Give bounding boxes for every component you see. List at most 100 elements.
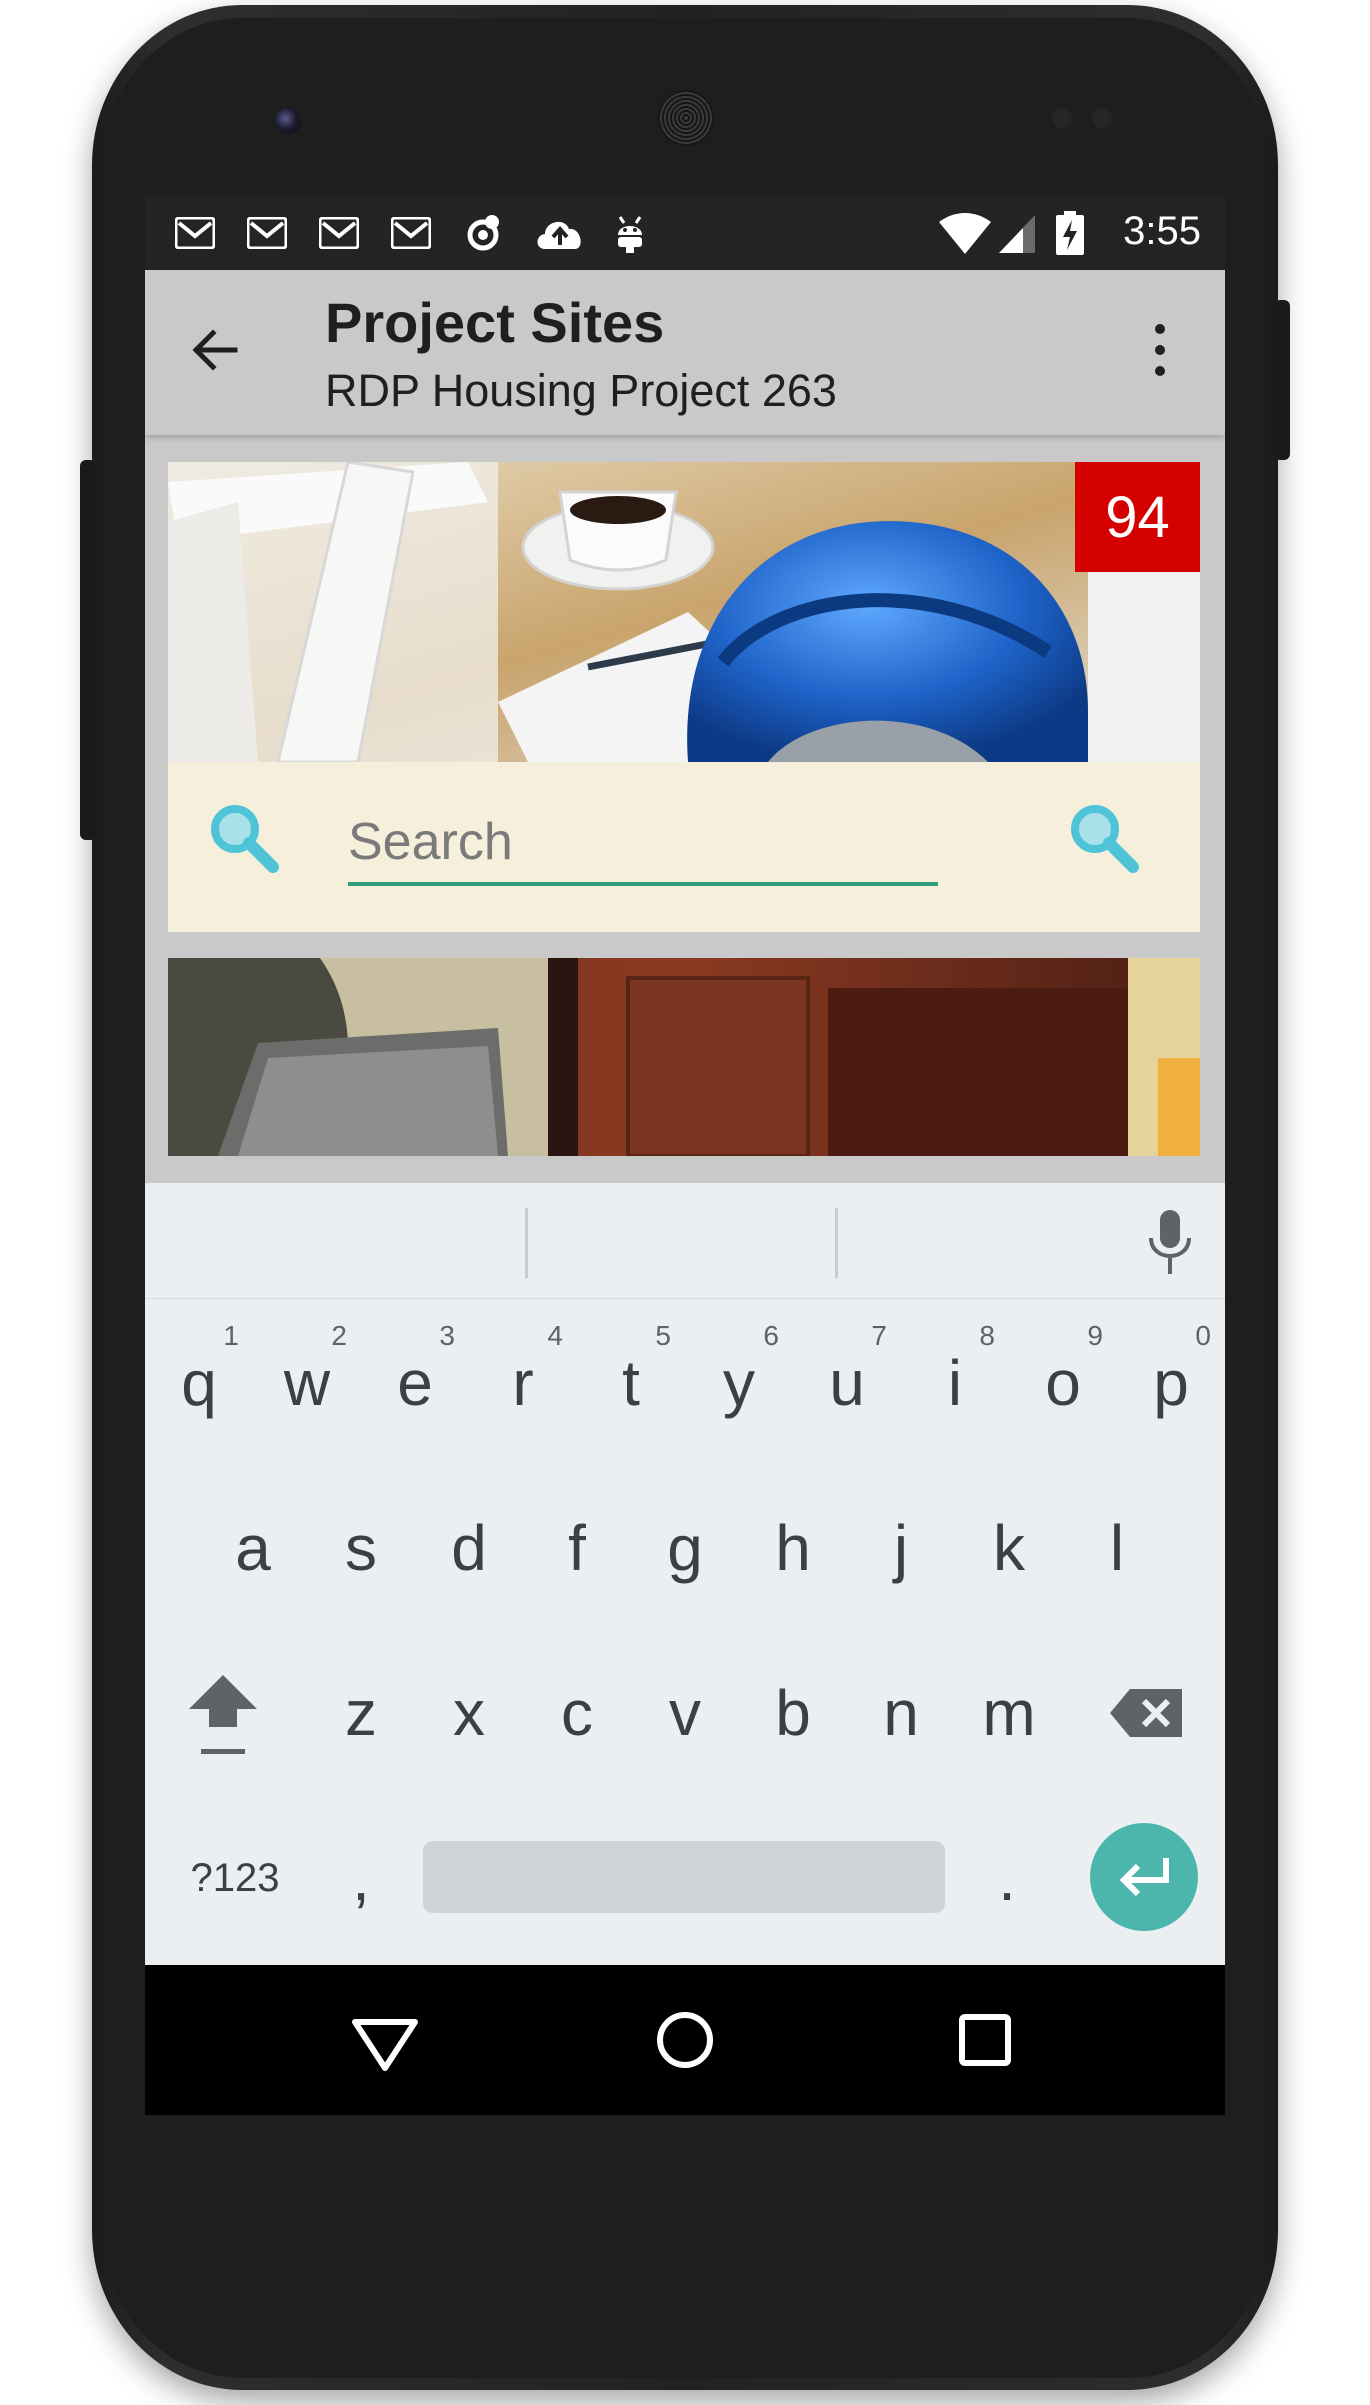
gmail-icon [247,213,287,253]
page-subtitle: RDP Housing Project 263 [325,365,837,416]
key-hint: 5 [655,1320,671,1351]
key-hint: 2 [331,1320,347,1351]
key-hint: 0 [1195,1320,1211,1351]
key-label: p [1153,1347,1189,1419]
keyboard: q1 w2 e3 r4 t5 y6 u7 i8 o9 p0 a s d f g … [145,1183,1225,1965]
battery-charging-icon [1050,211,1090,255]
gmail-icon [319,213,359,253]
nav-back-button[interactable] [345,2000,425,2080]
key-hint: 6 [763,1320,779,1351]
back-button[interactable] [185,320,245,380]
key-r[interactable]: r4 [469,1308,577,1458]
key-hint: 3 [439,1320,455,1351]
key-hint: 8 [979,1320,995,1351]
enter-key[interactable] [1090,1823,1198,1931]
mic-icon[interactable] [1145,1208,1195,1278]
navigation-bar [145,1965,1225,2115]
android-icon [610,213,650,253]
nav-recents-button[interactable] [945,2000,1025,2080]
key-y[interactable]: y6 [685,1308,793,1458]
key-l[interactable]: l [1063,1473,1171,1623]
suggestion-divider [835,1208,838,1278]
key-k[interactable]: k [955,1473,1063,1623]
symbols-key[interactable]: ?123 [165,1803,305,1953]
gmail-icon [175,213,215,253]
key-h[interactable]: h [739,1473,847,1623]
project-card[interactable] [168,958,1200,1156]
circle-home-icon [657,2012,713,2068]
comma-key[interactable]: , [307,1803,415,1953]
key-label: i [947,1347,963,1419]
gmail-icon [391,213,431,253]
key-x[interactable]: x [415,1638,523,1788]
key-o[interactable]: o9 [1009,1308,1117,1458]
search-input[interactable] [348,802,938,886]
project-image [168,462,1200,762]
search-icon[interactable] [1063,797,1143,877]
key-b[interactable]: b [739,1638,847,1788]
key-label: q [181,1347,217,1419]
status-time: 3:55 [1123,209,1201,253]
key-m[interactable]: m [955,1638,1063,1788]
key-p[interactable]: p0 [1117,1308,1225,1458]
backspace-icon [1109,1689,1182,1737]
project-image [168,958,1200,1156]
more-vert-icon [1155,324,1165,376]
enter-icon [1119,1858,1169,1897]
space-key[interactable] [423,1841,945,1913]
proximity-sensor [1052,108,1072,128]
search-icon[interactable] [203,797,283,877]
key-v[interactable]: v [631,1638,739,1788]
key-hint: 4 [547,1320,563,1351]
page-title: Project Sites [325,291,665,354]
arrow-back-icon [192,329,238,371]
key-t[interactable]: t5 [577,1308,685,1458]
shift-icon [188,1675,257,1754]
status-bar: 3:55 [145,195,1225,270]
key-w[interactable]: w2 [253,1308,361,1458]
key-label: r [512,1347,534,1419]
key-c[interactable]: c [523,1638,631,1788]
overflow-menu-button[interactable] [1135,315,1185,385]
key-s[interactable]: s [307,1473,415,1623]
wifi-icon [935,213,995,254]
key-e[interactable]: e3 [361,1308,469,1458]
square-recents-icon [959,2014,1011,2066]
light-sensor [1092,108,1112,128]
shift-key[interactable] [145,1638,300,1788]
count-badge: 94 [1075,462,1200,572]
key-label: y [723,1347,755,1419]
key-d[interactable]: d [415,1473,523,1623]
key-hint: 1 [223,1320,239,1351]
key-label: e [397,1347,433,1419]
key-i[interactable]: i8 [901,1308,1009,1458]
key-f[interactable]: f [523,1473,631,1623]
triangle-back-icon [352,2019,418,2071]
project-card[interactable]: 94 [168,462,1200,932]
key-n[interactable]: n [847,1638,955,1788]
earpiece-speaker [658,90,714,146]
sync-icon [463,213,503,253]
key-label: t [622,1347,640,1419]
key-label: w [283,1347,331,1419]
nav-home-button[interactable] [645,2000,725,2080]
key-label: u [829,1347,865,1419]
key-j[interactable]: j [847,1473,955,1623]
app-bar: Project Sites RDP Housing Project 263 [145,270,1225,435]
key-hint: 9 [1087,1320,1103,1351]
key-a[interactable]: a [199,1473,307,1623]
volume-button [80,460,96,840]
key-z[interactable]: z [307,1638,415,1788]
signal-icon [997,213,1037,253]
power-button [1274,300,1290,460]
backspace-key[interactable] [1070,1638,1225,1788]
key-u[interactable]: u7 [793,1308,901,1458]
suggestion-divider [525,1208,528,1278]
key-q[interactable]: q1 [145,1308,253,1458]
key-g[interactable]: g [631,1473,739,1623]
period-key[interactable]: . [953,1803,1061,1953]
suggestion-strip [145,1183,1225,1299]
cloud-upload-icon [533,213,587,253]
key-hint: 7 [871,1320,887,1351]
key-label: o [1045,1347,1081,1419]
